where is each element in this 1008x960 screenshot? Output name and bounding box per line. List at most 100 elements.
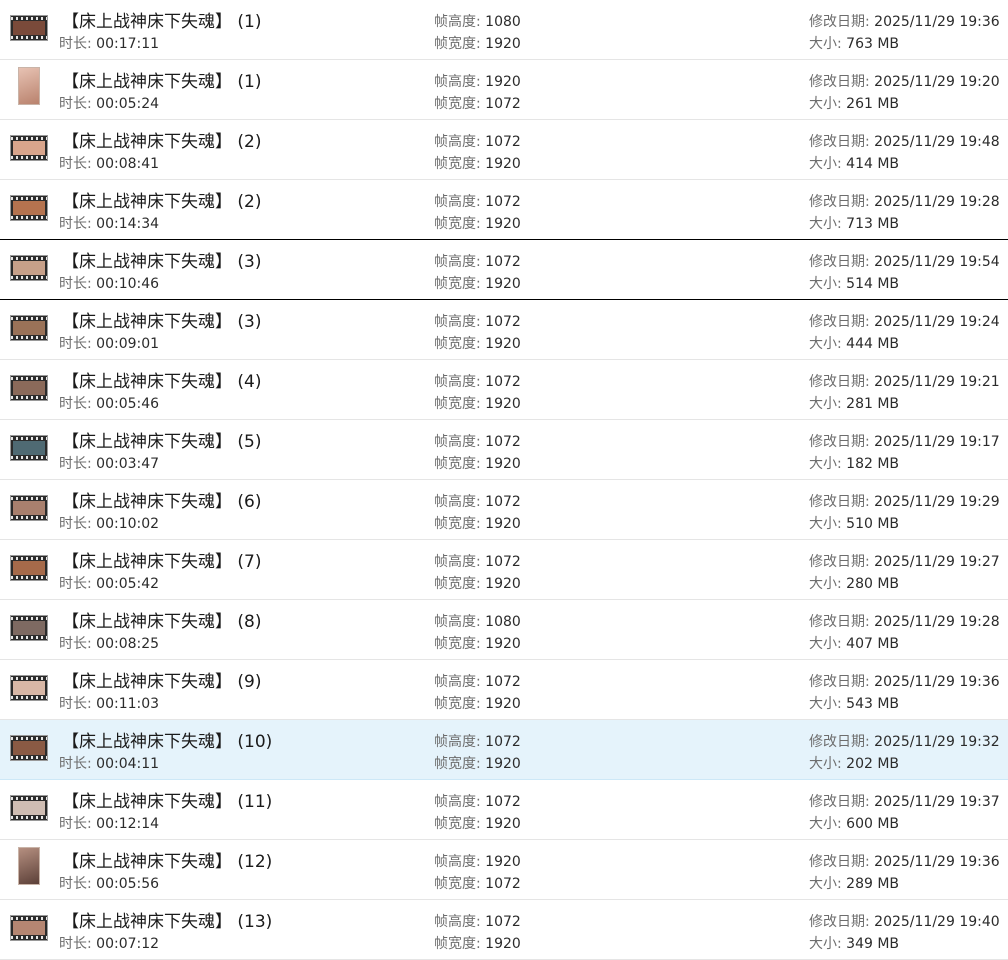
frame-width: 帧宽度: 1920	[434, 756, 521, 772]
frame-height: 帧高度: 1080	[434, 14, 521, 30]
modified-date: 修改日期: 2025/11/29 19:24	[809, 314, 1000, 330]
file-name: 【床上战神床下失魂】 (13)	[62, 912, 273, 932]
file-size: 大小: 414 MB	[809, 156, 900, 172]
file-name: 【床上战神床下失魂】 (1)	[62, 72, 262, 92]
file-size: 大小: 514 MB	[809, 276, 900, 292]
duration: 时长: 00:11:03	[59, 696, 160, 712]
file-row[interactable]: 【床上战神床下失魂】 (12) 时长: 00:05:56 帧高度: 1920 帧…	[0, 840, 1008, 900]
video-thumbnail-icon	[10, 555, 48, 581]
file-row[interactable]: 【床上战神床下失魂】 (8) 时长: 00:08:25 帧高度: 1080 帧宽…	[0, 600, 1008, 660]
file-row[interactable]: 【床上战神床下失魂】 (9) 时长: 00:11:03 帧高度: 1072 帧宽…	[0, 660, 1008, 720]
file-name: 【床上战神床下失魂】 (3)	[62, 312, 262, 332]
file-row[interactable]: 【床上战神床下失魂】 (13) 时长: 00:07:12 帧高度: 1072 帧…	[0, 900, 1008, 960]
frame-width: 帧宽度: 1920	[434, 696, 521, 712]
modified-date: 修改日期: 2025/11/29 19:29	[809, 494, 1000, 510]
video-thumbnail-icon	[10, 495, 48, 521]
file-size: 大小: 444 MB	[809, 336, 900, 352]
modified-date: 修改日期: 2025/11/29 19:27	[809, 554, 1000, 570]
file-size: 大小: 543 MB	[809, 696, 900, 712]
file-name: 【床上战神床下失魂】 (4)	[62, 372, 262, 392]
file-name: 【床上战神床下失魂】 (2)	[62, 192, 262, 212]
video-thumbnail-icon	[18, 847, 40, 885]
frame-width: 帧宽度: 1920	[434, 216, 521, 232]
modified-date: 修改日期: 2025/11/29 19:32	[809, 734, 1000, 750]
frame-height: 帧高度: 1072	[434, 194, 521, 210]
file-name: 【床上战神床下失魂】 (3)	[62, 252, 262, 272]
duration: 时长: 00:08:25	[59, 636, 160, 652]
file-name: 【床上战神床下失魂】 (2)	[62, 132, 262, 152]
frame-height: 帧高度: 1072	[434, 134, 521, 150]
file-size: 大小: 349 MB	[809, 936, 900, 952]
video-thumbnail-icon	[18, 67, 40, 105]
file-row[interactable]: 【床上战神床下失魂】 (1) 时长: 00:05:24 帧高度: 1920 帧宽…	[0, 60, 1008, 120]
video-thumbnail-icon	[10, 615, 48, 641]
modified-date: 修改日期: 2025/11/29 19:54	[809, 254, 1000, 270]
file-size: 大小: 289 MB	[809, 876, 900, 892]
file-row[interactable]: 【床上战神床下失魂】 (1) 时长: 00:17:11 帧高度: 1080 帧宽…	[0, 0, 1008, 60]
frame-width: 帧宽度: 1920	[434, 576, 521, 592]
file-row[interactable]: 【床上战神床下失魂】 (4) 时长: 00:05:46 帧高度: 1072 帧宽…	[0, 360, 1008, 420]
video-thumbnail-icon	[10, 15, 48, 41]
modified-date: 修改日期: 2025/11/29 19:20	[809, 74, 1000, 90]
duration: 时长: 00:12:14	[59, 816, 160, 832]
video-thumbnail-icon	[10, 315, 48, 341]
file-size: 大小: 763 MB	[809, 36, 900, 52]
file-size: 大小: 280 MB	[809, 576, 900, 592]
file-row[interactable]: 【床上战神床下失魂】 (2) 时长: 00:14:34 帧高度: 1072 帧宽…	[0, 180, 1008, 240]
frame-height: 帧高度: 1072	[434, 494, 521, 510]
frame-width: 帧宽度: 1920	[434, 516, 521, 532]
frame-width: 帧宽度: 1920	[434, 636, 521, 652]
file-row[interactable]: 【床上战神床下失魂】 (11) 时长: 00:12:14 帧高度: 1072 帧…	[0, 780, 1008, 840]
frame-width: 帧宽度: 1920	[434, 36, 521, 52]
duration: 时长: 00:03:47	[59, 456, 160, 472]
duration: 时长: 00:05:42	[59, 576, 160, 592]
duration: 时长: 00:08:41	[59, 156, 160, 172]
frame-width: 帧宽度: 1920	[434, 276, 521, 292]
video-thumbnail-icon	[10, 795, 48, 821]
modified-date: 修改日期: 2025/11/29 19:36	[809, 854, 1000, 870]
frame-height: 帧高度: 1072	[434, 794, 521, 810]
modified-date: 修改日期: 2025/11/29 19:48	[809, 134, 1000, 150]
frame-height: 帧高度: 1072	[434, 554, 521, 570]
file-name: 【床上战神床下失魂】 (10)	[62, 732, 273, 752]
file-size: 大小: 407 MB	[809, 636, 900, 652]
frame-width: 帧宽度: 1920	[434, 396, 521, 412]
duration: 时长: 00:14:34	[59, 216, 160, 232]
duration: 时长: 00:07:12	[59, 936, 160, 952]
file-size: 大小: 713 MB	[809, 216, 900, 232]
file-row[interactable]: 【床上战神床下失魂】 (3) 时长: 00:09:01 帧高度: 1072 帧宽…	[0, 300, 1008, 360]
frame-height: 帧高度: 1072	[434, 254, 521, 270]
file-row[interactable]: 【床上战神床下失魂】 (2) 时长: 00:08:41 帧高度: 1072 帧宽…	[0, 120, 1008, 180]
duration: 时长: 00:10:46	[59, 276, 160, 292]
file-name: 【床上战神床下失魂】 (11)	[62, 792, 273, 812]
modified-date: 修改日期: 2025/11/29 19:28	[809, 614, 1000, 630]
video-thumbnail-icon	[10, 735, 48, 761]
frame-width: 帧宽度: 1920	[434, 156, 521, 172]
video-thumbnail-icon	[10, 255, 48, 281]
frame-height: 帧高度: 1072	[434, 314, 521, 330]
file-list: 【床上战神床下失魂】 (1) 时长: 00:17:11 帧高度: 1080 帧宽…	[0, 0, 1008, 960]
file-name: 【床上战神床下失魂】 (8)	[62, 612, 262, 632]
file-row-selected[interactable]: 【床上战神床下失魂】 (10) 时长: 00:04:11 帧高度: 1072 帧…	[0, 720, 1008, 780]
file-row[interactable]: 【床上战神床下失魂】 (7) 时长: 00:05:42 帧高度: 1072 帧宽…	[0, 540, 1008, 600]
file-name: 【床上战神床下失魂】 (1)	[62, 12, 262, 32]
file-size: 大小: 202 MB	[809, 756, 900, 772]
frame-width: 帧宽度: 1920	[434, 456, 521, 472]
frame-height: 帧高度: 1920	[434, 854, 521, 870]
modified-date: 修改日期: 2025/11/29 19:40	[809, 914, 1000, 930]
file-size: 大小: 261 MB	[809, 96, 900, 112]
duration: 时长: 00:04:11	[59, 756, 160, 772]
video-thumbnail-icon	[10, 435, 48, 461]
file-name: 【床上战神床下失魂】 (6)	[62, 492, 262, 512]
file-row[interactable]: 【床上战神床下失魂】 (3) 时长: 00:10:46 帧高度: 1072 帧宽…	[0, 240, 1008, 300]
file-size: 大小: 510 MB	[809, 516, 900, 532]
file-row[interactable]: 【床上战神床下失魂】 (6) 时长: 00:10:02 帧高度: 1072 帧宽…	[0, 480, 1008, 540]
frame-height: 帧高度: 1072	[434, 674, 521, 690]
duration: 时长: 00:09:01	[59, 336, 160, 352]
frame-height: 帧高度: 1072	[434, 374, 521, 390]
file-row[interactable]: 【床上战神床下失魂】 (5) 时长: 00:03:47 帧高度: 1072 帧宽…	[0, 420, 1008, 480]
duration: 时长: 00:10:02	[59, 516, 160, 532]
frame-width: 帧宽度: 1920	[434, 336, 521, 352]
file-size: 大小: 182 MB	[809, 456, 900, 472]
video-thumbnail-icon	[10, 915, 48, 941]
